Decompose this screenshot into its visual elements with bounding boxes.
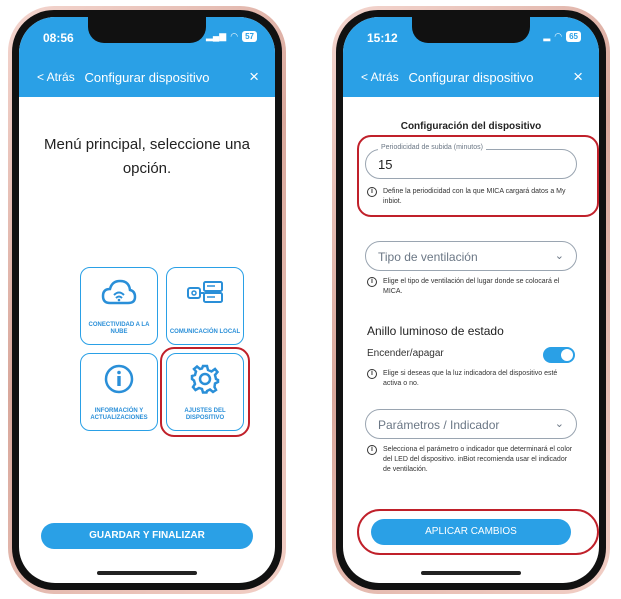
- notch: [412, 17, 530, 43]
- save-and-finish-button[interactable]: GUARDAR Y FINALIZAR: [41, 523, 253, 549]
- tile-info-updates[interactable]: INFORMACIÓN Y ACTUALIZACIONES: [80, 353, 158, 431]
- help-text: Elige si deseas que la luz indicadora de…: [383, 370, 558, 387]
- info-icon: [104, 364, 134, 394]
- status-bar: 08:56 ▂▄▆ ◠ 57: [19, 17, 275, 59]
- parameter-help: i Selecciona el parámetro o indicador qu…: [367, 445, 575, 475]
- app-header: < Atrás Configurar dispositivo ×: [343, 59, 599, 97]
- menu-title: Menú principal, seleccione una opción.: [44, 136, 250, 177]
- tile-label: CONECTIVIDAD A LA NUBE: [88, 322, 150, 335]
- tile-cloud-connectivity[interactable]: CONECTIVIDAD A LA NUBE: [80, 267, 158, 345]
- parameter-select[interactable]: Parámetros / Indicador ⌄: [365, 409, 577, 439]
- phone-right: 15:12 ▂ ◠ 65 < Atrás Configurar disposit…: [332, 6, 610, 594]
- phone-bezel: 08:56 ▂▄▆ ◠ 57 < Atrás Configurar dispos…: [12, 10, 282, 590]
- notch: [88, 17, 206, 43]
- wifi-icon: ◠: [230, 31, 239, 41]
- parameter-placeholder: Parámetros / Indicador: [378, 418, 500, 432]
- chevron-down-icon: ⌄: [554, 418, 564, 430]
- toggle-help: i Elige si deseas que la luz indicadora …: [367, 369, 575, 389]
- ventilation-select[interactable]: Tipo de ventilación ⌄: [365, 241, 577, 271]
- signal-icon: ▂: [543, 31, 551, 41]
- screen-main-menu: 08:56 ▂▄▆ ◠ 57 < Atrás Configurar dispos…: [19, 17, 275, 583]
- help-text: Elige el tipo de ventilación del lugar d…: [383, 278, 560, 295]
- ring-section-title: Anillo luminoso de estado: [367, 324, 504, 338]
- highlight-outline: [357, 509, 599, 555]
- status-icons: ▂ ◠ 65: [543, 31, 581, 42]
- home-indicator: [421, 571, 521, 575]
- status-time: 15:12: [367, 31, 398, 45]
- local-device-icon: [187, 281, 223, 303]
- app-header: < Atrás Configurar dispositivo ×: [19, 59, 275, 97]
- screen-device-config: 15:12 ▂ ◠ 65 < Atrás Configurar disposit…: [343, 17, 599, 583]
- info-icon: i: [367, 445, 377, 455]
- toggle-label: Encender/apagar: [367, 348, 444, 359]
- tile-label: INFORMACIÓN Y ACTUALIZACIONES: [90, 408, 148, 421]
- highlight-outline: [357, 135, 599, 217]
- wifi-icon: ◠: [554, 31, 563, 41]
- info-icon: i: [367, 369, 377, 379]
- status-time: 08:56: [43, 31, 74, 45]
- signal-icon: ▂▄▆: [206, 31, 227, 41]
- tile-label: COMUNICACIÓN LOCAL: [169, 329, 241, 335]
- home-indicator: [97, 571, 197, 575]
- chevron-down-icon: ⌄: [554, 250, 564, 262]
- status-icons: ▂▄▆ ◠ 57: [206, 31, 257, 42]
- section-title: Configuración del dispositivo: [400, 121, 542, 132]
- toggle-knob: [561, 349, 573, 361]
- header-title: Configurar dispositivo: [84, 70, 210, 85]
- ventilation-placeholder: Tipo de ventilación: [378, 250, 478, 264]
- battery-icon: 65: [566, 31, 581, 42]
- led-toggle[interactable]: [543, 347, 575, 363]
- info-icon: i: [367, 277, 377, 287]
- tile-local-communication[interactable]: COMUNICACIÓN LOCAL: [166, 267, 244, 345]
- phone-left: 08:56 ▂▄▆ ◠ 57 < Atrás Configurar dispos…: [8, 6, 286, 594]
- battery-icon: 57: [242, 31, 257, 42]
- status-bar: 15:12 ▂ ◠ 65: [343, 17, 599, 59]
- header-title: Configurar dispositivo: [408, 70, 534, 85]
- close-icon[interactable]: ×: [249, 67, 259, 87]
- help-text: Selecciona el parámetro o indicador que …: [383, 446, 573, 473]
- ventilation-help: i Elige el tipo de ventilación del lugar…: [367, 277, 575, 297]
- phone-bezel: 15:12 ▂ ◠ 65 < Atrás Configurar disposit…: [336, 10, 606, 590]
- cloud-wifi-icon: [101, 279, 137, 305]
- close-icon[interactable]: ×: [573, 67, 583, 87]
- highlight-outline: [160, 347, 250, 437]
